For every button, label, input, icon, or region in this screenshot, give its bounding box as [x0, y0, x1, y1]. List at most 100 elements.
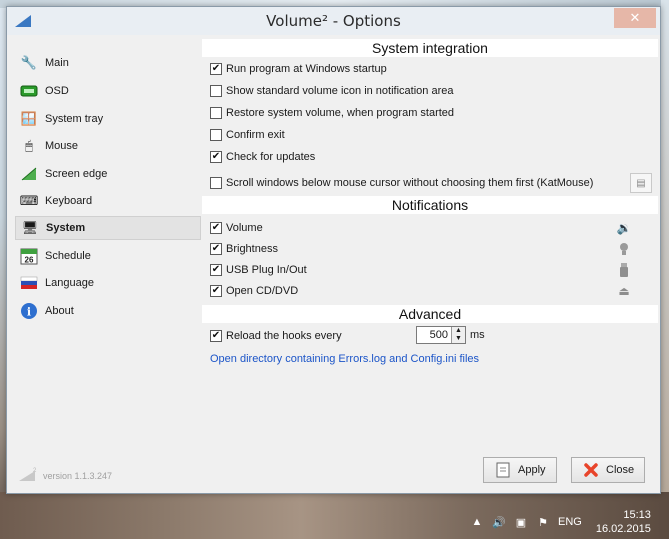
- volume-tray-icon[interactable]: 🔊: [492, 515, 506, 529]
- checkbox[interactable]: ✔: [210, 330, 222, 342]
- app-volume-icon: [15, 15, 31, 27]
- option-restore-system-volume[interactable]: Restore system volume, when program star…: [210, 104, 454, 122]
- option-label: Volume: [226, 222, 263, 234]
- section-heading-notifications: Notifications: [202, 196, 658, 214]
- system-icon: 🖥: [21, 220, 39, 235]
- option-label: Restore system volume, when program star…: [226, 107, 455, 119]
- reload-interval-value[interactable]: 500: [417, 329, 451, 341]
- option-label: Brightness: [226, 243, 278, 255]
- sidebar-item-label: System tray: [45, 113, 104, 125]
- desktop-wallpaper-right: [661, 0, 669, 495]
- option-label: Check for updates: [226, 151, 316, 163]
- checkbox[interactable]: ✔: [210, 285, 222, 297]
- screen-edge-icon: [19, 164, 39, 184]
- interval-unit: ms: [470, 329, 485, 341]
- option-label: USB Plug In/Out: [226, 264, 307, 276]
- sidebar-item-system[interactable]: 🖥 System: [15, 216, 201, 240]
- close-window-button[interactable]: ✕: [614, 8, 656, 28]
- window-title: Volume² - Options: [266, 12, 401, 30]
- option-katmouse-scroll[interactable]: Scroll windows below mouse cursor withou…: [210, 174, 593, 192]
- option-run-at-startup[interactable]: ✔ Run program at Windows startup: [210, 60, 387, 78]
- taskbar-clock[interactable]: 15:13 16.02.2015: [596, 508, 651, 536]
- clock-time: 15:13: [623, 509, 651, 521]
- section-heading-advanced: Advanced: [202, 305, 658, 323]
- sidebar-item-label: Screen edge: [45, 168, 108, 180]
- option-confirm-exit[interactable]: Confirm exit: [210, 126, 285, 144]
- sidebar-item-language[interactable]: Language: [19, 271, 199, 295]
- sidebar-item-label: System: [46, 222, 86, 234]
- flag-icon: [19, 273, 39, 293]
- sidebar-item-screen-edge[interactable]: Screen edge: [19, 162, 199, 186]
- checkbox[interactable]: [210, 107, 222, 119]
- svg-text:i: i: [27, 306, 31, 319]
- document-icon: [494, 461, 512, 479]
- title-bar[interactable]: Volume² - Options ✕: [7, 7, 660, 35]
- network-icon[interactable]: ▣: [514, 515, 528, 529]
- sidebar-item-schedule[interactable]: 26 Schedule: [19, 244, 199, 268]
- system-settings-panel: System integration ✔ Run program at Wind…: [202, 37, 658, 447]
- checkbox[interactable]: [210, 129, 222, 141]
- sidebar-item-label: Language: [45, 277, 94, 289]
- option-check-for-updates[interactable]: ✔ Check for updates: [210, 148, 315, 166]
- options-window: Volume² - Options ✕ 🔧 Main OSD 🪟 System …: [6, 6, 661, 494]
- sidebar-item-mouse[interactable]: 🖱 Mouse: [19, 134, 199, 158]
- checkbox[interactable]: ✔: [210, 63, 222, 75]
- sidebar-item-keyboard[interactable]: ⌨ Keyboard: [19, 189, 199, 213]
- checkbox[interactable]: ✔: [210, 151, 222, 163]
- sidebar: 🔧 Main OSD 🪟 System tray 🖱 Mouse Screen …: [11, 39, 201, 439]
- sidebar-item-label: Main: [45, 57, 69, 69]
- show-hidden-icons-icon[interactable]: ▲: [470, 515, 484, 529]
- close-icon: [582, 461, 600, 479]
- taskbar-tray: ▲ 🔊 ▣ ⚑ ENG 15:13 16.02.2015: [470, 505, 669, 539]
- sidebar-item-about[interactable]: i About: [19, 299, 199, 323]
- katmouse-settings-button[interactable]: ▤: [630, 173, 652, 193]
- option-label: Confirm exit: [226, 129, 285, 141]
- notify-volume[interactable]: ✔ Volume: [210, 219, 263, 237]
- calendar-day: 26: [25, 256, 34, 265]
- option-label: Reload the hooks every: [226, 330, 342, 342]
- usb-icon: [616, 262, 632, 278]
- speaker-icon: 🔉: [616, 221, 632, 235]
- version-text: version 1.1.3.247: [43, 471, 113, 481]
- checkbox[interactable]: [210, 177, 222, 189]
- info-icon: i: [19, 301, 39, 321]
- apply-label: Apply: [518, 464, 546, 476]
- sidebar-item-label: About: [45, 305, 74, 317]
- close-button[interactable]: Close: [571, 457, 646, 483]
- checkbox[interactable]: ✔: [210, 243, 222, 255]
- option-label: Run program at Windows startup: [226, 63, 387, 75]
- reload-interval-stepper[interactable]: 500 ▲ ▼: [416, 326, 466, 344]
- notify-cd-dvd[interactable]: ✔ Open CD/DVD: [210, 282, 298, 300]
- option-reload-hooks[interactable]: ✔ Reload the hooks every: [210, 327, 342, 345]
- version-info: 2 version 1.1.3.247: [19, 467, 112, 481]
- sidebar-item-label: Mouse: [45, 140, 79, 152]
- tools-icon: 🔧: [20, 55, 38, 70]
- open-log-directory-link[interactable]: Open directory containing Errors.log and…: [210, 353, 479, 365]
- apply-button[interactable]: Apply: [483, 457, 557, 483]
- svg-text:2: 2: [33, 468, 37, 474]
- sidebar-item-label: OSD: [45, 85, 69, 97]
- notify-brightness[interactable]: ✔ Brightness: [210, 240, 278, 258]
- keyboard-icon: ⌨: [19, 193, 39, 208]
- system-tray-icon: 🪟: [20, 111, 38, 126]
- stepper-arrows-icon[interactable]: ▲ ▼: [451, 327, 465, 343]
- sidebar-item-osd[interactable]: OSD: [19, 79, 199, 103]
- sidebar-item-system-tray[interactable]: 🪟 System tray: [19, 107, 199, 131]
- notify-usb[interactable]: ✔ USB Plug In/Out: [210, 261, 307, 279]
- checkbox[interactable]: [210, 85, 222, 97]
- section-heading-system-integration: System integration: [202, 39, 658, 57]
- option-label: Open CD/DVD: [226, 285, 299, 297]
- close-label: Close: [606, 464, 635, 476]
- language-indicator[interactable]: ENG: [558, 516, 582, 528]
- checkbox[interactable]: ✔: [210, 264, 222, 276]
- option-show-standard-volume-icon[interactable]: Show standard volume icon in notificatio…: [210, 82, 453, 100]
- sidebar-item-main[interactable]: 🔧 Main: [19, 51, 199, 75]
- option-label: Scroll windows below mouse cursor withou…: [226, 177, 594, 189]
- option-label: Show standard volume icon in notificatio…: [226, 85, 454, 97]
- calendar-icon: 26: [19, 246, 39, 266]
- app-logo-icon: 2: [19, 468, 37, 481]
- action-center-flag-icon[interactable]: ⚑: [536, 515, 550, 529]
- settings-icon: ▤: [636, 177, 646, 189]
- checkbox[interactable]: ✔: [210, 222, 222, 234]
- osd-icon: [19, 81, 39, 101]
